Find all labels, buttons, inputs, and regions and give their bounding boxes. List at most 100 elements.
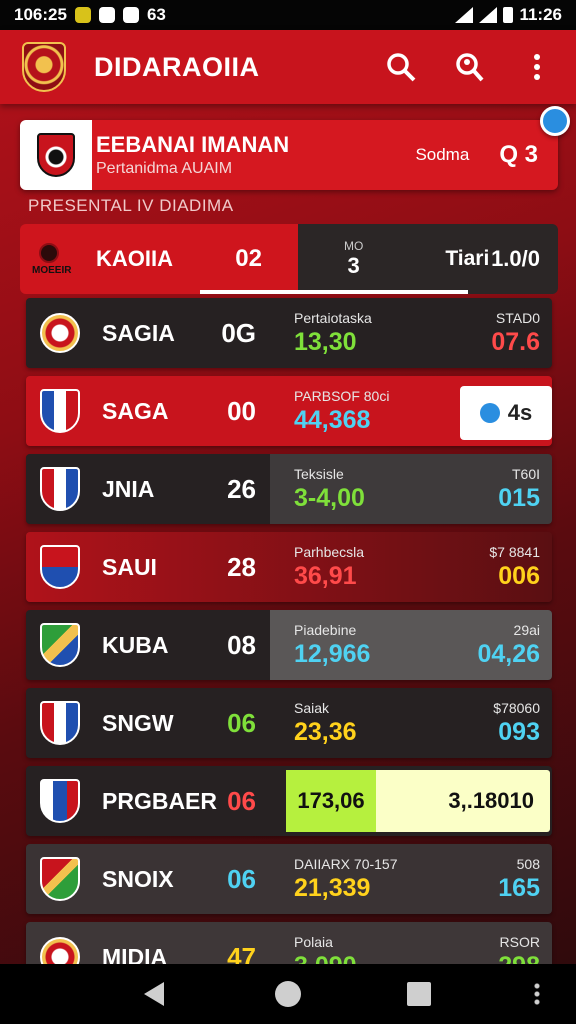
team-name: SAUI bbox=[102, 553, 157, 580]
stat-label: Parhbecsla bbox=[294, 544, 365, 560]
search-icon[interactable] bbox=[384, 50, 418, 84]
ball-icon bbox=[39, 242, 59, 263]
stat-label: RSOR bbox=[499, 934, 540, 950]
signal-icon bbox=[479, 7, 498, 23]
match-subtitle: Pertanidma AUAIM bbox=[96, 160, 233, 177]
stat-value: 12,966 bbox=[294, 640, 371, 668]
stat-label: Saiak bbox=[294, 700, 330, 716]
highlight-stat-b: 3,.18010 bbox=[448, 788, 534, 813]
wifi-icon bbox=[455, 7, 474, 23]
list-item[interactable]: SAUI 28 Parhbecsla 36,91 $7 8841 006 bbox=[26, 532, 552, 602]
notification-glyph: 63 bbox=[146, 5, 166, 24]
team-crest-icon bbox=[40, 467, 80, 511]
stat-label: Piadebine bbox=[294, 622, 357, 638]
stat-value: 006 bbox=[498, 562, 540, 590]
match-card[interactable]: EEBANAI IMANAN Pertanidma AUAIM Sodma Q … bbox=[20, 120, 558, 190]
list-item[interactable]: SNOIX 06 DAIIARX 70-157 21,339 508 165 bbox=[26, 844, 552, 914]
system-nav-bar bbox=[0, 964, 576, 1024]
more-dots-icon[interactable] bbox=[534, 982, 540, 1006]
team-crest-icon bbox=[40, 623, 80, 667]
stat-value: 015 bbox=[498, 484, 540, 512]
tab-team[interactable]: MOEEIR KAOIIA 02 bbox=[20, 224, 298, 294]
stat-chip[interactable]: 4s bbox=[460, 386, 552, 440]
stat-value: 36,91 bbox=[294, 562, 357, 590]
tab-team-value: 02 bbox=[235, 245, 262, 272]
shield-icon bbox=[37, 133, 75, 177]
stat-value: 07.6 bbox=[491, 328, 540, 356]
tab-stats[interactable]: MO 3 Tiari 1.0/0 bbox=[298, 224, 558, 294]
team-list: SAGIA 0G Pertaiotaska 13,30 STAD0 07.6 S… bbox=[26, 298, 552, 1000]
team-crest-icon bbox=[40, 701, 80, 745]
team-name: PRGBAER bbox=[102, 787, 218, 814]
notification-icon bbox=[74, 7, 91, 23]
score-tabs: MOEEIR KAOIIA 02 MO 3 Tiari 1.0/0 bbox=[20, 224, 558, 294]
stat-value: 21,339 bbox=[294, 874, 371, 902]
stat-value: 23,36 bbox=[294, 718, 357, 746]
list-item[interactable]: SAGIA 0G Pertaiotaska 13,30 STAD0 07.6 bbox=[26, 298, 552, 368]
status-time-left: 106:25 bbox=[14, 5, 67, 24]
back-icon[interactable] bbox=[144, 982, 164, 1006]
tab-stats-value: 1.0/0 bbox=[491, 246, 540, 271]
info-icon bbox=[479, 403, 500, 423]
list-item[interactable]: SNGW 06 Saiak 23,36 $78060 093 bbox=[26, 688, 552, 758]
highlight-stat-box[interactable]: 173,06 3,.18010 bbox=[286, 770, 550, 832]
team-name: SNGW bbox=[102, 709, 174, 736]
team-crest-icon bbox=[40, 857, 80, 901]
tab-indicator bbox=[200, 290, 298, 294]
recents-icon[interactable] bbox=[407, 982, 431, 1006]
tab-team-name: KAOIIA bbox=[96, 246, 173, 271]
stat-value: 165 bbox=[498, 874, 540, 902]
stat-label: STAD0 bbox=[495, 310, 540, 326]
status-bar: 106:25 63 11:26 bbox=[0, 0, 576, 30]
stat-label: 29ai bbox=[513, 622, 540, 638]
team-crest-icon bbox=[40, 389, 80, 433]
team-name: KUBA bbox=[102, 631, 169, 658]
match-crest bbox=[20, 120, 92, 190]
search-person-icon[interactable] bbox=[452, 50, 486, 84]
stat-chip-value: 4s bbox=[507, 400, 533, 425]
team-name: JNIA bbox=[102, 475, 155, 502]
team-crest: MOEEIR bbox=[32, 242, 72, 276]
stat-label: PARBSOF 80ci bbox=[294, 388, 390, 404]
team-name: SAGA bbox=[102, 397, 169, 424]
stat-value: 44,368 bbox=[294, 406, 371, 434]
team-crest-icon bbox=[40, 545, 80, 589]
home-icon[interactable] bbox=[275, 981, 301, 1007]
stat-label: Pertaiotaska bbox=[294, 310, 372, 326]
stat-value: 04,26 bbox=[477, 640, 540, 668]
app-title: DIDARAOIIA bbox=[94, 51, 260, 82]
team-name: SAGIA bbox=[102, 319, 175, 346]
list-item[interactable]: KUBA 08 Piadebine 12,966 29ai 04,26 bbox=[26, 610, 552, 680]
team-score: 06 bbox=[227, 707, 256, 738]
tab-stats-small: MO bbox=[344, 239, 364, 253]
stat-value: 3-4,00 bbox=[294, 484, 365, 512]
club-logo-icon[interactable] bbox=[22, 42, 66, 92]
battery-icon bbox=[503, 7, 514, 23]
team-score: 26 bbox=[227, 473, 256, 504]
sync-icon bbox=[98, 7, 115, 23]
team-name: SNOIX bbox=[102, 865, 174, 892]
team-score: 00 bbox=[227, 395, 256, 426]
section-label: PRESENTAL IV DIADIMA bbox=[28, 196, 234, 215]
team-crest-label: MOEEIR bbox=[32, 264, 72, 276]
stat-label: $78060 bbox=[493, 700, 540, 716]
more-vertical-icon[interactable] bbox=[520, 50, 554, 84]
highlight-stat-a: 173,06 bbox=[286, 770, 376, 832]
tab-stats-label: Tiari bbox=[445, 247, 490, 270]
stat-label: DAIIARX 70-157 bbox=[294, 856, 398, 872]
stat-label: Teksisle bbox=[294, 466, 344, 482]
tab-indicator bbox=[298, 290, 468, 294]
team-score: 0G bbox=[221, 317, 256, 348]
list-item[interactable]: JNIA 26 Teksisle 3-4,00 T60I 015 bbox=[26, 454, 552, 524]
stat-value: 093 bbox=[498, 718, 540, 746]
list-item[interactable]: PRGBAER 06 173,06 3,.18010 bbox=[26, 766, 552, 836]
message-icon bbox=[122, 7, 139, 23]
info-badge-icon[interactable] bbox=[540, 106, 570, 136]
stat-label: $7 8841 bbox=[489, 544, 540, 560]
team-score: 06 bbox=[227, 785, 256, 816]
team-score: 28 bbox=[227, 551, 256, 582]
list-item[interactable]: SAGA 00 PARBSOF 80ci 44,368 4s bbox=[26, 376, 552, 446]
match-status: Sodma bbox=[415, 145, 470, 164]
team-score: 06 bbox=[227, 863, 256, 894]
stat-label: T60I bbox=[511, 466, 540, 482]
